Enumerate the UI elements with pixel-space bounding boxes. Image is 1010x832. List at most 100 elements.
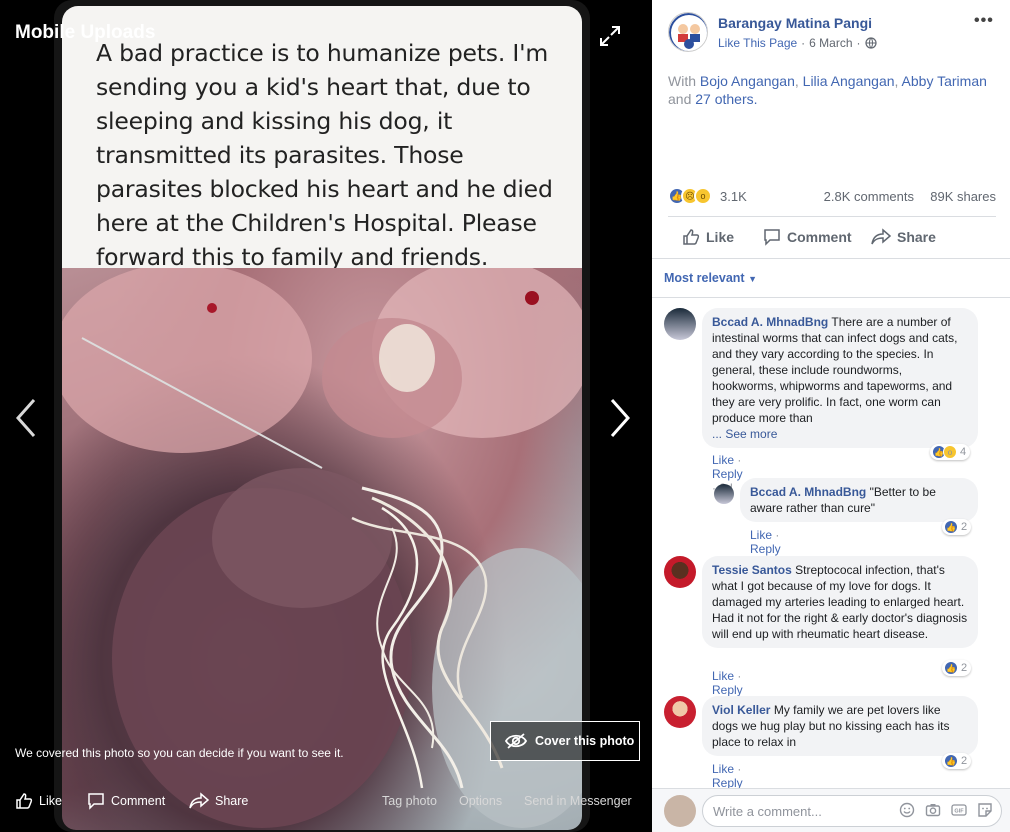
current-user-avatar[interactable]	[664, 795, 696, 827]
share-icon	[871, 228, 891, 245]
tagged-person-link[interactable]: Abby Tariman	[902, 73, 987, 89]
caption-line: here at the Children's Hospital. Please	[96, 209, 537, 237]
comment-sort-dropdown[interactable]: Most relevant ▼	[664, 271, 757, 285]
share-label: Share	[897, 229, 936, 245]
tagged-people: With Bojo Angangan, Lilia Angangan, Abby…	[668, 73, 987, 107]
comment-icon	[88, 793, 104, 810]
comment-author[interactable]: Bccad A. MhnadBng	[712, 315, 828, 329]
caption-line: transmitted its parasites. Those	[96, 141, 464, 169]
composer-tools: GIF	[899, 802, 993, 818]
page-avatar[interactable]	[668, 12, 708, 52]
page-name-link[interactable]: Barangay Matina Pangi	[718, 15, 872, 31]
thumbs-up-icon	[16, 793, 33, 809]
commenter-avatar[interactable]	[664, 556, 696, 588]
post-date[interactable]: 6 March	[809, 36, 852, 50]
like-page-link[interactable]: Like This Page	[718, 36, 797, 50]
camera-icon[interactable]	[925, 802, 941, 818]
share-button[interactable]: Share	[871, 228, 936, 246]
comment-reply-link[interactable]: Reply	[712, 683, 743, 697]
viewer-title[interactable]: Mobile Uploads	[15, 22, 155, 44]
comment-reaction-count: 2	[961, 755, 968, 767]
reaction-count[interactable]: 3.1K	[720, 189, 747, 204]
emoji-icon[interactable]	[899, 802, 915, 818]
see-more-link[interactable]: ... See more	[712, 427, 777, 441]
viewer-comment-button[interactable]: Comment	[87, 792, 165, 810]
comment-like-link[interactable]: Like	[712, 669, 734, 683]
comment-reply-link[interactable]: Reply	[750, 542, 781, 556]
globe-icon[interactable]	[864, 37, 877, 49]
comment-reaction-count: 2	[961, 521, 968, 533]
comment-reactions[interactable]: 👍 2	[942, 660, 972, 676]
comment-button[interactable]: Comment	[763, 228, 852, 246]
comment-like-link[interactable]: Like	[712, 762, 734, 776]
chevron-left-icon[interactable]	[12, 396, 42, 440]
photo[interactable]: A bad practice is to humanize pets. I'm …	[54, 0, 590, 832]
comment-count[interactable]: 2.8K comments	[824, 189, 914, 204]
tagged-person-link[interactable]: Bojo Angangan	[700, 73, 795, 89]
meta-separator: ·	[856, 36, 861, 50]
comment-input[interactable]: Write a comment... GIF	[702, 795, 1002, 827]
tagged-others-link[interactable]: 27 others.	[695, 91, 757, 107]
commenter-avatar[interactable]	[664, 696, 696, 728]
post-actions: Like Comment Share	[668, 224, 998, 252]
cover-photo-button[interactable]: Cover this photo	[490, 721, 640, 761]
wow-reaction-icon: o	[943, 445, 957, 459]
post-stats: 👍 ☹ o 3.1K 2.8K comments 89K shares	[668, 186, 996, 208]
comment-sort-label: Most relevant	[664, 271, 745, 285]
comment-reply-link[interactable]: Reply	[712, 467, 743, 481]
tagged-person-link[interactable]: Lilia Angangan	[803, 73, 895, 89]
share-icon	[189, 792, 209, 809]
comment-reactions[interactable]: 👍 2	[942, 753, 972, 769]
comment-like-link[interactable]: Like	[712, 453, 734, 467]
comment-reactions[interactable]: 👍 o 4	[930, 444, 971, 460]
comment-input-placeholder: Write a comment...	[713, 804, 822, 819]
commenter-avatar[interactable]	[714, 484, 734, 504]
post-meta: Like This Page · 6 March ·	[718, 36, 877, 50]
caption-line: A bad practice is to humanize pets. I'm	[96, 39, 549, 67]
like-label: Like	[706, 229, 735, 245]
viewer-like-label: Like	[39, 794, 62, 808]
comment-reaction-count: 4	[960, 446, 967, 458]
post-sidebar: Barangay Matina Pangi Like This Page · 6…	[652, 0, 1010, 832]
caret-down-icon: ▼	[748, 274, 757, 284]
chevron-right-icon[interactable]	[604, 396, 634, 440]
cover-notice: We covered this photo so you can decide …	[15, 746, 344, 760]
comment-like-link[interactable]: Like	[750, 528, 772, 542]
thumbs-up-icon	[683, 229, 700, 245]
like-button[interactable]: Like	[682, 228, 734, 246]
comment-text: There are a number of intestinal worms t…	[712, 315, 958, 425]
photo-viewer: A bad practice is to humanize pets. I'm …	[0, 0, 652, 832]
comment-reaction-count: 2	[961, 662, 968, 674]
comment-bubble: Bccad A. MhnadBng "Better to be aware ra…	[740, 478, 978, 522]
comment-bubble: Viol Keller My family we are pet lovers …	[702, 696, 978, 756]
tag-photo-link[interactable]: Tag photo	[382, 794, 437, 808]
comment-icon	[764, 229, 780, 246]
comment-author[interactable]: Viol Keller	[712, 703, 770, 717]
page-logo-image	[669, 13, 707, 51]
caption-line: sleeping and kissing his dog, it	[96, 107, 453, 135]
meta-separator: ·	[801, 36, 806, 50]
comment-reactions[interactable]: 👍 2	[942, 519, 972, 535]
tagged-and: and	[668, 91, 692, 107]
photo-text-panel: A bad practice is to humanize pets. I'm …	[62, 6, 582, 271]
more-options-icon[interactable]: •••	[974, 12, 994, 30]
comment-label: Comment	[787, 229, 852, 245]
options-link[interactable]: Options	[459, 794, 502, 808]
comment-author[interactable]: Tessie Santos	[712, 563, 792, 577]
comment-bubble: Tessie Santos Streptococal infection, th…	[702, 556, 978, 648]
divider	[652, 258, 1010, 259]
viewer-like-button[interactable]: Like	[15, 792, 62, 810]
viewer-comment-label: Comment	[111, 794, 166, 808]
comment-composer: Write a comment... GIF	[652, 788, 1010, 832]
gif-icon[interactable]: GIF	[951, 802, 967, 818]
sticker-icon[interactable]	[977, 802, 993, 818]
comment-author[interactable]: Bccad A. MhnadBng	[750, 485, 866, 499]
reaction-icons[interactable]: 👍 ☹ o	[668, 187, 712, 205]
share-count[interactable]: 89K shares	[930, 189, 996, 204]
send-in-messenger-link[interactable]: Send in Messenger	[524, 794, 632, 808]
viewer-share-button[interactable]: Share	[189, 792, 248, 810]
expand-icon[interactable]	[598, 24, 622, 48]
cover-photo-label: Cover this photo	[535, 734, 635, 748]
photo-caption: A bad practice is to humanize pets. I'm …	[96, 36, 572, 274]
commenter-avatar[interactable]	[664, 308, 696, 340]
